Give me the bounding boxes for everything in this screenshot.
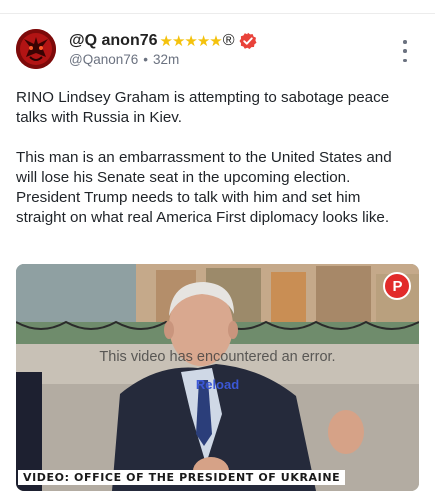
registered-mark: ®: [222, 32, 235, 49]
video-player[interactable]: P This video has encountered an error. R…: [16, 264, 419, 491]
meta-separator: •: [143, 52, 148, 67]
post-body: RINO Lindsey Graham is attempting to sab…: [16, 88, 411, 228]
post-paragraph: RINO Lindsey Graham is attempting to sab…: [16, 89, 390, 126]
video-caption: VIDEO: OFFICE OF THE PRESIDENT OF UKRAIN…: [18, 470, 346, 485]
logo-letter: P: [392, 277, 403, 295]
author-line: @Q anon76 ★★★★★ ®: [69, 31, 257, 51]
more-vertical-icon-dot: [403, 58, 407, 62]
post-meta: @Qanon76 • 32m: [69, 52, 179, 67]
more-vertical-icon-dot: [403, 49, 407, 53]
timestamp[interactable]: 32m: [153, 52, 179, 67]
post-card: @Q anon76 ★★★★★ ® @Qanon76 • 32m RINO Li…: [0, 0, 435, 500]
avatar[interactable]: [16, 29, 56, 69]
display-name[interactable]: @Q anon76: [69, 32, 158, 50]
more-vertical-icon-dot: [403, 40, 407, 44]
handle[interactable]: @Qanon76: [69, 52, 138, 67]
star-rating-icons: ★★★★★: [159, 33, 223, 50]
platform-logo-icon: P: [383, 272, 411, 300]
video-error-message: This video has encountered an error.: [99, 349, 336, 365]
post-paragraph: This man is an embarrassment to the Unit…: [16, 149, 392, 226]
more-options-button[interactable]: [399, 40, 411, 62]
reload-button[interactable]: Reload: [16, 377, 419, 392]
verified-badge-icon: [239, 32, 257, 50]
